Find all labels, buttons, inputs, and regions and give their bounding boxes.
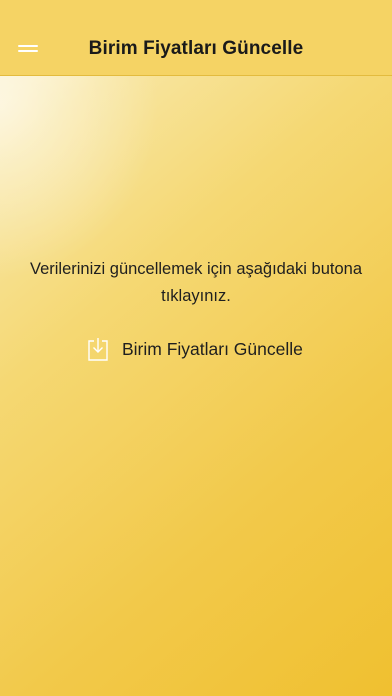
- navigation-bar: Birim Fiyatları Güncelle: [0, 0, 392, 76]
- update-prices-button[interactable]: Birim Fiyatları Güncelle: [86, 334, 303, 364]
- page-title: Birim Fiyatları Güncelle: [88, 38, 304, 59]
- app-screen: Birim Fiyatları Güncelle Verilerinizi gü…: [0, 0, 392, 696]
- instruction-text: Verilerinizi güncellemek için aşağıdaki …: [29, 260, 363, 305]
- download-icon: [86, 336, 110, 362]
- update-button-label: Birim Fiyatları Güncelle: [122, 338, 303, 359]
